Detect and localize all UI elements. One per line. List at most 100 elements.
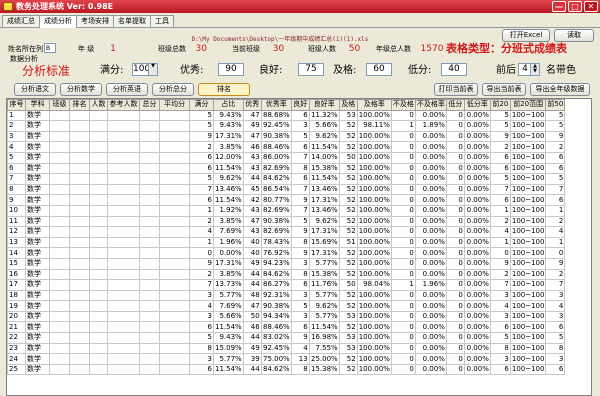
table-cell[interactable] [89, 353, 108, 365]
table-cell[interactable]: 0 [390, 332, 416, 344]
table-cell[interactable]: 3 [489, 353, 511, 365]
table-cell[interactable]: 5 [189, 109, 214, 122]
table-cell[interactable]: 100~100 [509, 173, 547, 185]
table-cell[interactable]: 52 [338, 300, 358, 312]
table-cell[interactable] [159, 109, 190, 122]
table-cell[interactable]: 17.31% [213, 257, 244, 270]
table-row[interactable]: 7 数学 5 9.62% 44 84.62% 6 11.54% 52 100.00% 0 0.00% 0… [7, 173, 566, 185]
table-cell[interactable]: 0 [445, 236, 465, 249]
column-header[interactable]: 优秀 [242, 99, 262, 111]
table-cell[interactable]: 0 [445, 289, 465, 302]
table-cell[interactable]: 0 [445, 353, 465, 365]
table-cell[interactable]: 100.00% [356, 226, 392, 238]
table-cell[interactable]: 4 [489, 300, 511, 312]
column-header[interactable]: 满分 [189, 99, 214, 111]
table-cell[interactable]: 5 [290, 215, 310, 228]
table-cell[interactable]: 0 [390, 321, 416, 334]
table-cell[interactable]: 94.23% [260, 257, 292, 270]
table-cell[interactable]: 100.00% [356, 289, 392, 302]
table-cell[interactable]: 0 [489, 247, 511, 259]
table-cell[interactable]: 0 [445, 109, 465, 122]
table-cell[interactable]: 0.00% [414, 257, 447, 270]
table-cell[interactable]: 9 [489, 130, 511, 143]
table-cell[interactable]: 1 [7, 109, 26, 122]
column-header[interactable]: 前50 [545, 99, 566, 111]
table-cell[interactable]: 3 [290, 289, 310, 302]
table-row[interactable]: 12 数学 4 7.69% 43 82.69% 9 17.31% 52 100.00% 0 0.00%… [7, 226, 566, 238]
table-cell[interactable]: 5 [189, 120, 214, 132]
table-cell[interactable] [49, 141, 70, 153]
table-cell[interactable]: 5 [290, 300, 310, 312]
table-cell[interactable] [107, 321, 140, 334]
table-cell[interactable]: 100.00% [356, 215, 392, 228]
table-cell[interactable]: 100~100 [509, 247, 547, 259]
table-cell[interactable]: 39 [242, 353, 262, 365]
table-cell[interactable] [107, 310, 140, 323]
table-cell[interactable]: 数学 [25, 109, 50, 122]
table-cell[interactable]: 0.00% [463, 310, 491, 323]
table-cell[interactable]: 53 [338, 332, 358, 344]
table-cell[interactable]: 52 [338, 194, 358, 206]
table-cell[interactable]: 0 [445, 130, 465, 143]
table-cell[interactable]: 0 [445, 279, 465, 291]
read-button[interactable]: 读取 [554, 29, 594, 42]
table-cell[interactable] [49, 247, 70, 259]
table-cell[interactable]: 0.00% [414, 289, 447, 302]
table-cell[interactable]: 数学 [25, 310, 50, 323]
table-cell[interactable]: 5 [489, 332, 511, 344]
table-cell[interactable]: 0.00% [414, 310, 447, 323]
table-cell[interactable]: 0 [445, 310, 465, 323]
table-cell[interactable]: 0.00% [463, 215, 491, 228]
table-cell[interactable]: 9 [545, 257, 566, 270]
table-cell[interactable]: 3 [290, 120, 310, 132]
table-cell[interactable]: 76.92% [260, 247, 292, 259]
table-cell[interactable] [89, 363, 108, 376]
table-cell[interactable]: 14 [7, 247, 26, 259]
table-cell[interactable]: 0.00% [463, 247, 491, 259]
table-cell[interactable] [159, 236, 190, 249]
table-cell[interactable]: 2 [489, 268, 511, 281]
table-row[interactable]: 4 数学 2 3.85% 46 88.46% 6 11.54% 52 100.00% 0 0.00% 0… [7, 141, 566, 153]
table-cell[interactable] [139, 247, 160, 259]
table-cell[interactable]: 9 [545, 130, 566, 143]
table-cell[interactable]: 9 [489, 257, 511, 270]
table-cell[interactable] [89, 215, 108, 228]
table-cell[interactable]: 0 [445, 332, 465, 344]
table-cell[interactable]: 15.09% [213, 342, 244, 355]
table-row[interactable]: 24 数学 3 5.77% 39 75.00% 13 25.00% 52 100.00% 0 0.00… [7, 353, 566, 365]
table-cell[interactable] [49, 204, 70, 217]
table-cell[interactable] [159, 204, 190, 217]
table-cell[interactable]: 52 [338, 226, 358, 238]
table-cell[interactable]: 5 [489, 109, 511, 122]
table-cell[interactable]: 100.00% [356, 130, 392, 143]
table-cell[interactable]: 20 [7, 310, 26, 323]
table-cell[interactable]: 0.00% [463, 342, 491, 355]
table-cell[interactable] [89, 236, 108, 249]
table-cell[interactable]: 100~100 [509, 151, 547, 164]
table-cell[interactable]: 82.69% [260, 162, 292, 175]
table-cell[interactable]: 0.00% [463, 130, 491, 143]
table-cell[interactable]: 44 [242, 173, 262, 185]
table-cell[interactable]: 1.96% [213, 236, 244, 249]
table-cell[interactable]: 49 [242, 257, 262, 270]
table-cell[interactable]: 100~100 [509, 310, 547, 323]
table-cell[interactable] [69, 321, 90, 334]
table-cell[interactable]: 0 [390, 257, 416, 270]
table-row[interactable]: 20 数学 3 5.66% 50 94.34% 3 5.77% 53 100.00% 0 0.00% 0… [7, 310, 566, 323]
table-cell[interactable] [107, 247, 140, 259]
table-cell[interactable]: 数学 [25, 226, 50, 238]
table-cell[interactable]: 0 [445, 363, 465, 376]
table-cell[interactable] [69, 363, 90, 376]
table-cell[interactable]: 9.43% [213, 332, 244, 344]
table-cell[interactable]: 100~100 [509, 109, 547, 122]
table-cell[interactable] [139, 332, 160, 344]
table-cell[interactable]: 0.00% [414, 247, 447, 259]
table-cell[interactable]: 3 [189, 353, 214, 365]
table-cell[interactable]: 14.00% [308, 151, 340, 164]
table-cell[interactable] [159, 130, 190, 143]
table-cell[interactable]: 数学 [25, 173, 50, 185]
table-cell[interactable]: 52 [338, 215, 358, 228]
table-cell[interactable]: 17.31% [308, 194, 340, 206]
open-excel-button[interactable]: 打开Excel [502, 29, 550, 42]
table-cell[interactable]: 0.00% [414, 183, 447, 196]
